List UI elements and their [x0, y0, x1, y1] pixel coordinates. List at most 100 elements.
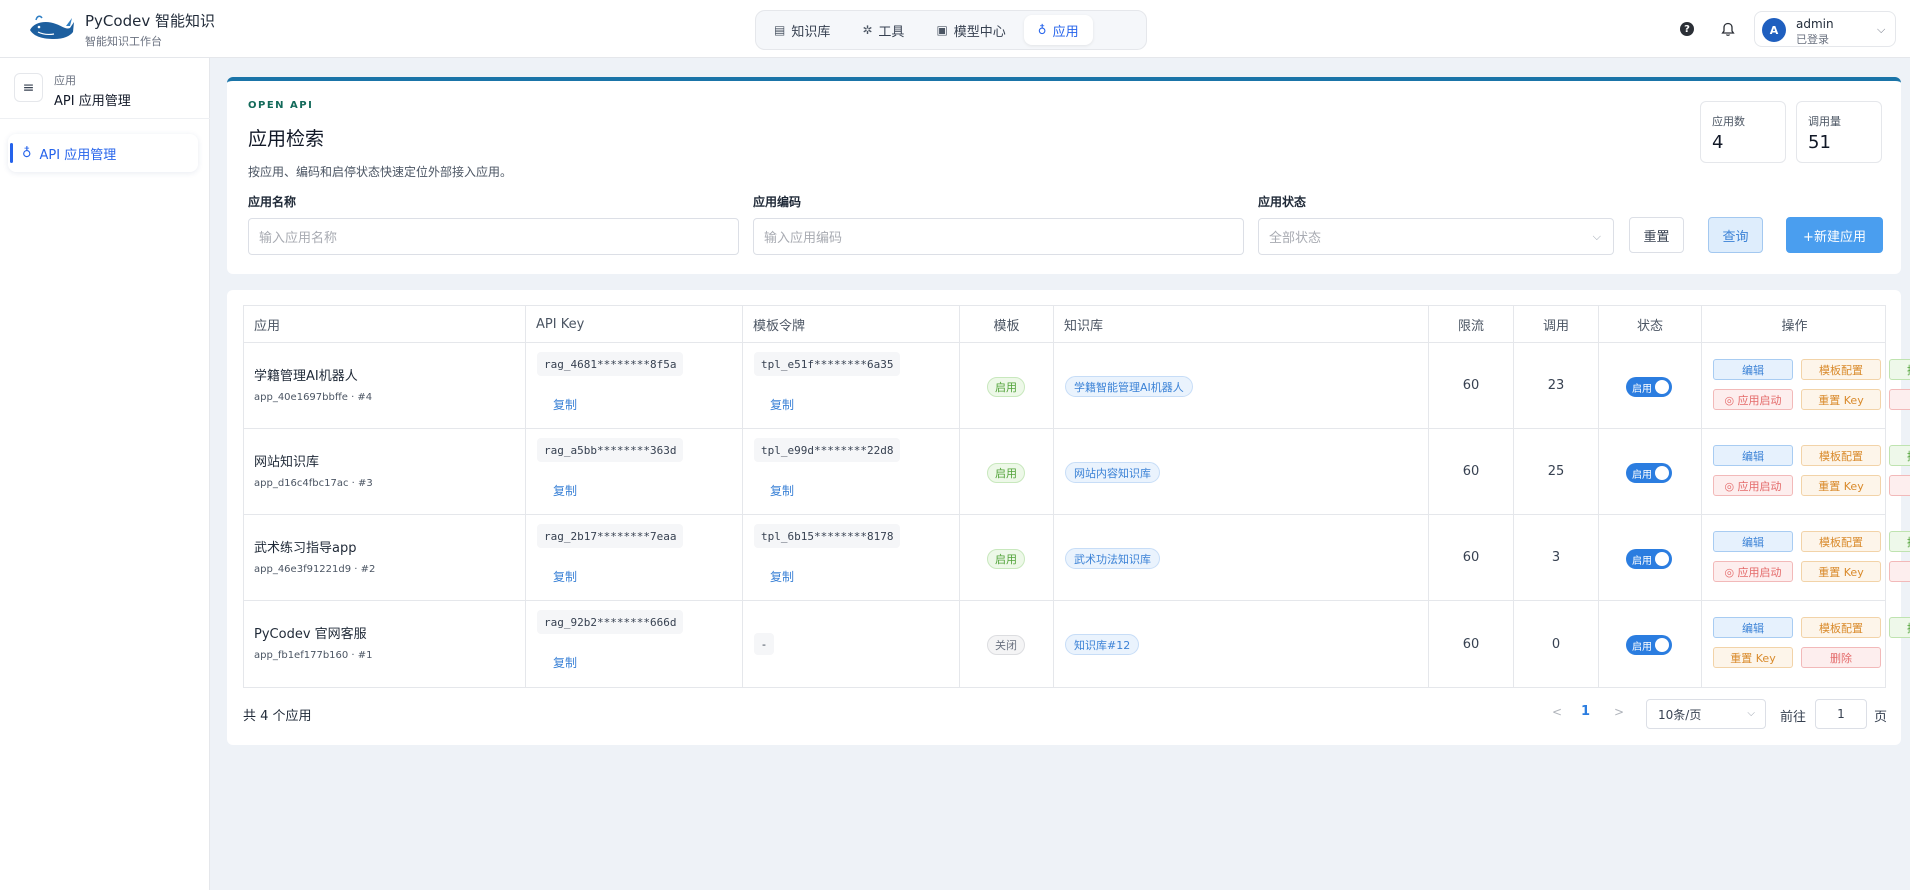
search-description: 按应用、编码和启停状态快速定位外部接入应用。	[248, 165, 513, 179]
brand-title: PyCodev 智能知识	[85, 12, 215, 30]
toggle-knob	[1655, 552, 1669, 566]
status-toggle[interactable]: 启用	[1626, 463, 1672, 483]
template-config-button[interactable]: 模板配置	[1801, 359, 1881, 380]
integration-guide-button[interactable]: 接入说明	[1889, 617, 1910, 638]
bell-icon[interactable]	[1719, 20, 1737, 38]
copy-api-key-link[interactable]: 复制	[553, 568, 577, 585]
app-name: 学籍管理AI机器人	[254, 369, 358, 384]
sidebar-divider	[0, 118, 210, 119]
app-start-button[interactable]: ◎ 应用启动	[1713, 389, 1793, 410]
col-header-rate-limit: 限流	[1429, 306, 1514, 342]
stat-label: 调用量	[1808, 115, 1841, 128]
template-config-button[interactable]: 模板配置	[1801, 531, 1881, 552]
rate-limit-value: 60	[1462, 550, 1480, 565]
reset-key-button[interactable]: 重置 Key	[1713, 647, 1793, 668]
copy-api-key-link[interactable]: 复制	[553, 396, 577, 413]
app-start-button[interactable]: ◎ 应用启动	[1713, 475, 1793, 496]
chevron-left-icon[interactable]: <	[1552, 705, 1562, 719]
integration-guide-button[interactable]: 接入说明	[1889, 359, 1910, 380]
menu-toggle-icon[interactable]: ≡	[14, 73, 43, 102]
reset-button[interactable]: 重置	[1629, 217, 1684, 253]
app-code: app_46e3f91221d9 · #2	[254, 564, 376, 575]
api-key-value: rag_92b2********666d	[537, 610, 684, 634]
template-token-value: -	[754, 633, 774, 655]
current-page[interactable]: 1	[1581, 704, 1590, 719]
calls-value: 25	[1547, 464, 1565, 479]
copy-template-token-link[interactable]: 复制	[770, 396, 794, 413]
copy-template-token-link[interactable]: 复制	[770, 482, 794, 499]
stat-label: 应用数	[1712, 115, 1745, 128]
api-key-value: rag_a5bb********363d	[537, 438, 684, 462]
chevron-right-icon[interactable]: >	[1614, 705, 1624, 719]
calls-value: 3	[1551, 550, 1561, 565]
query-button[interactable]: 查询	[1708, 217, 1763, 253]
calls-value: 23	[1547, 378, 1565, 393]
app-code: app_40e1697bbffe · #4	[254, 392, 373, 403]
app-start-button[interactable]: ◎ 应用启动	[1713, 561, 1793, 582]
app-code-input[interactable]: 输入应用编码	[753, 218, 1244, 255]
delete-button[interactable]: 删除	[1889, 475, 1910, 496]
goto-page-input[interactable]: 1	[1815, 699, 1867, 729]
integration-guide-button[interactable]: 接入说明	[1889, 531, 1910, 552]
col-header-status: 状态	[1599, 306, 1702, 342]
col-header-template-token: 模板令牌	[743, 306, 960, 342]
sidebar-item-api-apps[interactable]: ♁ API 应用管理	[8, 134, 198, 172]
table-header-row: 应用 API Key 模板令牌 模板 知识库 限流 调用 状态 操作	[244, 306, 1885, 343]
edit-button[interactable]: 编辑	[1713, 445, 1793, 466]
rate-limit-value: 60	[1462, 464, 1480, 479]
delete-button[interactable]: 删除	[1801, 647, 1881, 668]
app-name-input[interactable]: 输入应用名称	[248, 218, 739, 255]
box-icon: ▣	[936, 23, 948, 37]
edit-button[interactable]: 编辑	[1713, 531, 1793, 552]
toggle-label: 启用	[1632, 383, 1652, 395]
app-code: app_d16c4fbc17ac · #3	[254, 478, 373, 489]
toggle-knob	[1655, 466, 1669, 480]
edit-button[interactable]: 编辑	[1713, 359, 1793, 380]
api-key-value: rag_2b17********7eaa	[537, 524, 684, 548]
copy-api-key-link[interactable]: 复制	[553, 482, 577, 499]
delete-button[interactable]: 删除	[1889, 561, 1910, 582]
page-size-select[interactable]: 10条/页 ⌵	[1646, 699, 1766, 729]
nav-apps[interactable]: ♁ 应用	[1023, 15, 1093, 45]
template-config-button[interactable]: 模板配置	[1801, 617, 1881, 638]
nav-label: 应用	[1052, 24, 1079, 40]
nav-tools[interactable]: ✲ 工具	[848, 15, 918, 45]
stat-value: 4	[1712, 132, 1724, 153]
search-card: OPEN API 应用检索 按应用、编码和启停状态快速定位外部接入应用。 应用数…	[227, 77, 1901, 274]
table-row: 武术练习指导app app_46e3f91221d9 · #2 rag_2b17…	[244, 515, 1910, 601]
delete-button[interactable]: 删除	[1889, 389, 1910, 410]
reset-key-button[interactable]: 重置 Key	[1801, 475, 1881, 496]
chevron-down-icon: ⌵	[1747, 708, 1755, 719]
sidebar-item-label: API 应用管理	[39, 147, 117, 163]
status-toggle[interactable]: 启用	[1626, 635, 1672, 655]
api-key-value: rag_4681********8f5a	[537, 352, 684, 376]
knowledge-base-tag: 学籍智能管理AI机器人	[1065, 376, 1193, 397]
template-token-value: tpl_e99d********22d8	[754, 438, 901, 462]
integration-guide-button[interactable]: 接入说明	[1889, 445, 1910, 466]
template-status-tag: 启用	[987, 463, 1025, 483]
app-status-select[interactable]: 全部状态 ⌵	[1258, 218, 1614, 255]
calls-value: 0	[1551, 636, 1561, 652]
template-config-button[interactable]: 模板配置	[1801, 445, 1881, 466]
stat-value: 51	[1808, 132, 1831, 153]
stat-app-count: 应用数 4	[1700, 101, 1786, 163]
rate-limit-value: 60	[1462, 378, 1480, 393]
copy-api-key-link[interactable]: 复制	[553, 654, 577, 671]
top-nav: ▤ 知识库 ✲ 工具 ▣ 模型中心 ♁ 应用	[755, 10, 1147, 50]
help-icon[interactable]: ?	[1678, 20, 1696, 38]
nav-model-center[interactable]: ▣ 模型中心	[922, 15, 1019, 45]
nav-knowledge-base[interactable]: ▤ 知识库	[760, 15, 844, 45]
reset-key-button[interactable]: 重置 Key	[1801, 561, 1881, 582]
rate-limit-value: 60	[1462, 636, 1480, 652]
copy-template-token-link[interactable]: 复制	[770, 568, 794, 585]
edit-button[interactable]: 编辑	[1713, 617, 1793, 638]
eyebrow-label: OPEN API	[248, 100, 314, 111]
new-app-button[interactable]: +新建应用	[1786, 217, 1883, 253]
table-row: 学籍管理AI机器人 app_40e1697bbffe · #4 rag_4681…	[244, 343, 1910, 429]
user-menu[interactable]: A admin 已登录 ⌵	[1754, 11, 1896, 47]
toggle-knob	[1655, 380, 1669, 394]
status-toggle[interactable]: 启用	[1626, 549, 1672, 569]
status-toggle[interactable]: 启用	[1626, 377, 1672, 397]
reset-key-button[interactable]: 重置 Key	[1801, 389, 1881, 410]
bell-glyph-icon	[1721, 22, 1735, 36]
